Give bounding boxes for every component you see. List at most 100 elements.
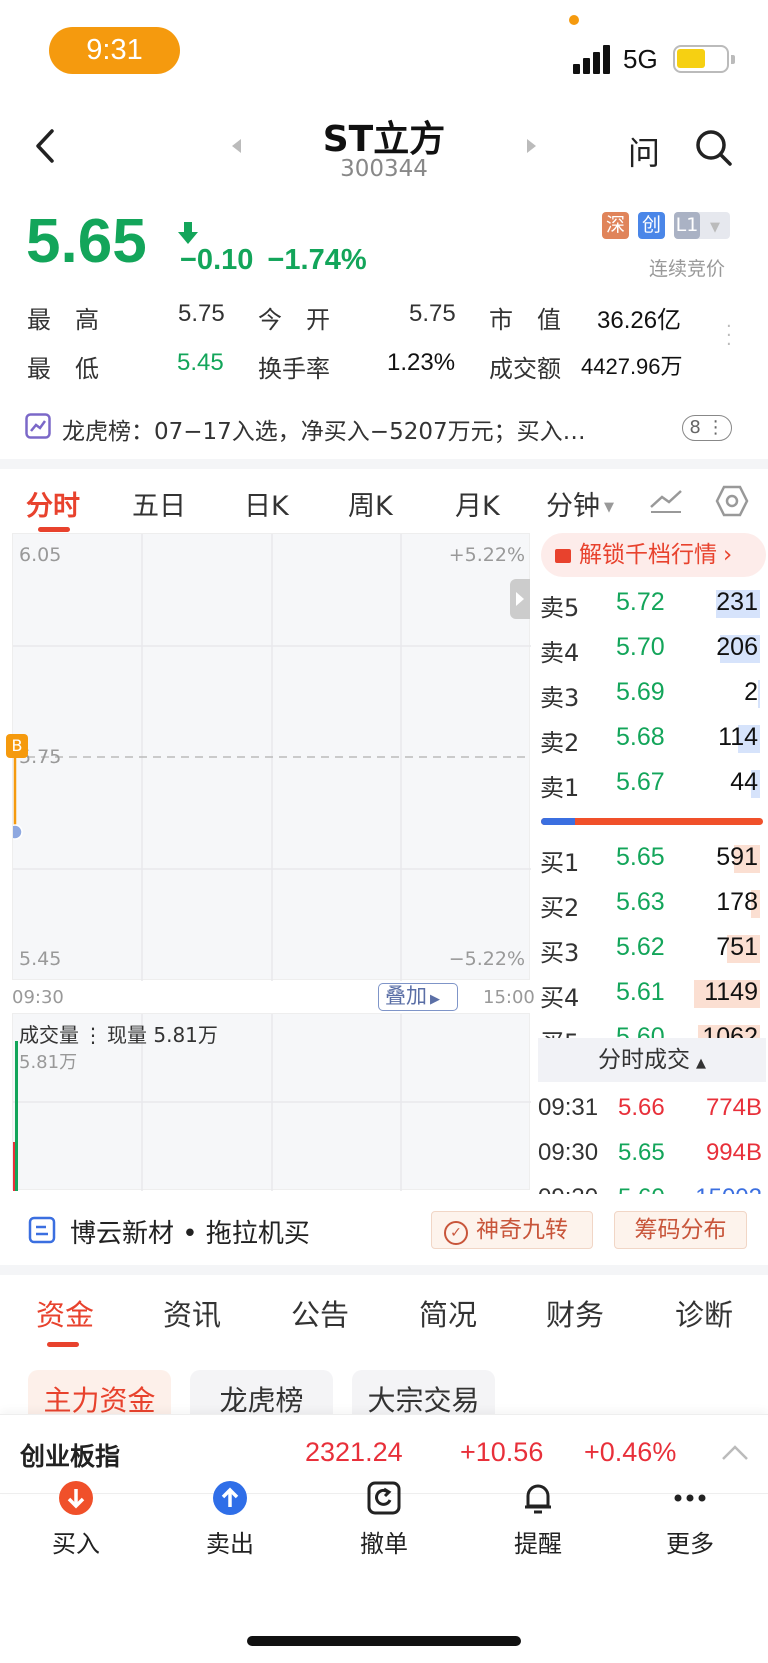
chevron-up-icon[interactable]	[720, 1443, 750, 1463]
level-badge[interactable]: L1 ▼	[674, 212, 730, 239]
ticks-header[interactable]: 分时成交 ▲	[538, 1038, 766, 1082]
nav-buy[interactable]: 买入	[26, 1480, 126, 1559]
tab-diagnosis[interactable]: 诊断	[675, 1292, 733, 1334]
overlay-button[interactable]: 叠加 ▶	[378, 983, 458, 1011]
tab-news[interactable]: 资讯	[163, 1292, 221, 1334]
news-count-badge[interactable]: 8 ⋮	[682, 415, 732, 441]
tick-time: 09:30	[538, 1184, 598, 1194]
nav-more[interactable]: 更多	[640, 1480, 740, 1559]
price-chart-svg	[13, 534, 531, 981]
last-price-point	[13, 824, 23, 840]
ticks-list: 09:31 5.66 774B 09:30 5.65 994B 09:30 5.…	[538, 1088, 766, 1194]
stat-open: 5.75	[409, 300, 456, 327]
ticks-title: 分时成交	[598, 1047, 690, 1073]
level-volume: 231	[716, 588, 758, 616]
level-price: 5.72	[616, 588, 665, 616]
ask-row[interactable]: 卖3 5.69 2	[540, 678, 764, 712]
more-stats-icon[interactable]: · · ·	[726, 318, 736, 354]
tab-intraday[interactable]: 分时	[26, 484, 80, 523]
stat-high: 5.75	[178, 300, 225, 327]
tab-minute-label: 分钟	[546, 491, 600, 522]
tab-monthly-k[interactable]: 月K	[455, 484, 500, 523]
cancel-order-icon	[367, 1481, 401, 1515]
intraday-chart[interactable]: 6.05 5.75 5.45 +5.22% −5.22% B	[6, 533, 531, 981]
ask-button[interactable]: 问	[628, 128, 660, 174]
nine-turn-label: 神奇九转	[476, 1217, 568, 1243]
level-volume: 44	[730, 768, 758, 796]
ask-row[interactable]: 卖1 5.67 44	[540, 768, 764, 802]
concept-tag[interactable]: 博云新材 • 拖拉机买	[70, 1213, 310, 1250]
tab-financials[interactable]: 财务	[546, 1292, 604, 1334]
tick-price: 5.66	[618, 1094, 665, 1121]
stat-turnover: 1.23%	[387, 349, 456, 376]
nav-sell[interactable]: 卖出	[180, 1480, 280, 1559]
tab-announcements[interactable]: 公告	[291, 1292, 349, 1334]
level-label: 买4	[540, 984, 580, 1012]
level-label: 买2	[540, 894, 580, 922]
nav-alert[interactable]: 提醒	[488, 1480, 588, 1559]
change-value: −0.10	[180, 244, 254, 276]
bid-row[interactable]: 买1 5.65 591	[540, 843, 764, 877]
level-label: 卖2	[540, 729, 580, 757]
ask-row[interactable]: 卖5 5.72 231	[540, 588, 764, 622]
expand-chart-handle[interactable]	[510, 579, 530, 619]
buy-marker: B	[6, 734, 28, 758]
buy-arrow-icon	[59, 1481, 93, 1515]
level-price: 5.65	[616, 843, 665, 871]
status-time: 9:31	[49, 27, 180, 74]
bid-row[interactable]: 买2 5.63 178	[540, 888, 764, 922]
level-volume: 114	[718, 723, 758, 751]
news-ticker[interactable]: 龙虎榜：07−17入选，净买入−5207万元；买入…	[62, 412, 662, 446]
nav-sell-label: 卖出	[206, 1530, 254, 1558]
tick-row: 09:31 5.66 774B	[538, 1094, 766, 1128]
tab-profile[interactable]: 简况	[419, 1292, 477, 1334]
chevron-down-icon: ▼	[604, 500, 614, 515]
level-label: 卖5	[540, 594, 580, 622]
tab-minute[interactable]: 分钟 ▼	[546, 484, 614, 523]
stat-label: 今 开	[258, 306, 330, 334]
level-volume: 591	[716, 843, 758, 871]
price-change: −0.10 −1.74%	[180, 244, 367, 277]
level-label: 卖4	[540, 639, 580, 667]
y-axis-bottom: 5.45	[19, 948, 62, 970]
chevron-right-icon: ›	[723, 542, 733, 568]
chip-distribution-button[interactable]: 筹码分布	[614, 1211, 747, 1249]
board-badge: 创	[638, 212, 665, 239]
level-price: 5.62	[616, 933, 665, 961]
nav-buy-label: 买入	[52, 1530, 100, 1558]
play-icon: ▶	[430, 992, 440, 1007]
ask-row[interactable]: 卖2 5.68 114	[540, 723, 764, 757]
nine-turn-button[interactable]: ✓ 神奇九转	[431, 1211, 593, 1249]
settings-icon[interactable]	[715, 484, 749, 518]
nav-alert-label: 提醒	[514, 1530, 562, 1558]
tick-price: 5.60	[618, 1184, 665, 1194]
bid-row[interactable]: 买3 5.62 751	[540, 933, 764, 967]
volume-bar	[15, 1041, 18, 1191]
pct-axis-bottom: −5.22%	[448, 948, 525, 970]
level-label: 卖1	[540, 774, 580, 802]
stat-label: 最 高	[27, 306, 99, 334]
bid-row[interactable]: 买4 5.61 1149	[540, 978, 764, 1012]
volume-bar	[758, 680, 760, 708]
volume-axis-top: 5.81万	[19, 1052, 78, 1073]
ask-row[interactable]: 卖4 5.70 206	[540, 633, 764, 667]
doc-icon	[28, 1216, 56, 1244]
indicator-icon[interactable]	[648, 485, 684, 515]
level-badge-label: L1	[674, 212, 700, 239]
last-price: 5.65	[26, 207, 147, 276]
unlock-depth-button[interactable]: 解锁千档行情 ›	[541, 533, 766, 577]
tab-daily-k[interactable]: 日K	[244, 484, 289, 523]
sell-arrow-icon	[213, 1481, 247, 1515]
down-arrow-icon	[178, 222, 198, 246]
tab-weekly-k[interactable]: 周K	[348, 484, 393, 523]
volume-chart[interactable]: 成交量 ⋮ 现量 5.81万 5.81万	[12, 1013, 531, 1191]
tab-five-day[interactable]: 五日	[132, 484, 186, 523]
battery-icon	[673, 45, 735, 73]
stat-market-cap: 36.26亿	[597, 307, 682, 334]
tab-funds[interactable]: 资金	[36, 1292, 94, 1334]
privacy-dot	[569, 15, 579, 25]
nav-cancel[interactable]: 撤单	[334, 1480, 434, 1559]
search-icon[interactable]	[694, 128, 734, 168]
check-circle-icon: ✓	[444, 1221, 468, 1245]
tick-time: 09:31	[538, 1094, 599, 1121]
